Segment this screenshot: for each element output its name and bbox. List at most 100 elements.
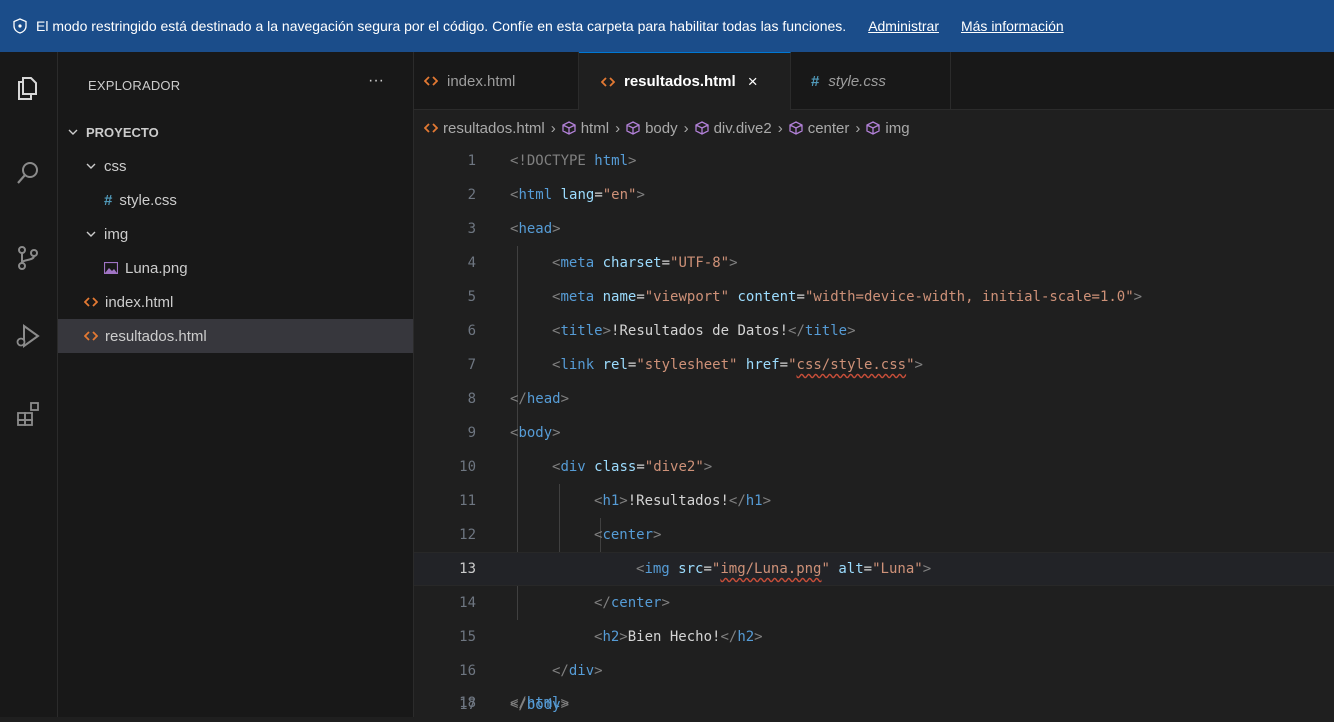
code-line[interactable]: 7 <link rel="stylesheet" href="css/style… [414, 348, 1334, 382]
file-label: style.css [119, 191, 177, 209]
code-line[interactable]: 8 </head> [414, 382, 1334, 416]
manage-link[interactable]: Administrar [868, 18, 939, 34]
code-line[interactable]: 11 <h1>!Resultados!</h1> [414, 484, 1334, 518]
chevron-right-icon: › [615, 119, 621, 137]
search-icon[interactable] [12, 157, 44, 189]
tab-label: resultados.html [624, 73, 736, 90]
tab-label: index.html [447, 72, 516, 90]
code-line[interactable]: 9 <body> [414, 416, 1334, 450]
line-number: 6 [467, 323, 476, 339]
element-icon [866, 121, 881, 135]
code-line[interactable]: 3 <head> [414, 212, 1334, 246]
explorer-icon[interactable] [12, 72, 44, 104]
tab-index-html[interactable]: index.html [414, 52, 579, 110]
image-file-icon [104, 262, 118, 274]
more-info-link[interactable]: Más información [961, 18, 1064, 34]
file-luna-png[interactable]: Luna.png [58, 251, 413, 285]
folder-css[interactable]: css [58, 149, 413, 183]
line-number: 13 [459, 561, 476, 577]
line-number: 14 [459, 595, 476, 611]
element-icon [562, 121, 576, 135]
source-control-icon[interactable] [12, 242, 44, 274]
code-line[interactable]: 10 <div class="dive2"> [414, 450, 1334, 484]
html-file-icon [84, 330, 98, 342]
code-line[interactable]: 1 <!DOCTYPE html> [414, 144, 1334, 178]
folder-label: css [104, 157, 127, 175]
code-line[interactable]: 15 <h2>Bien Hecho!</h2> [414, 620, 1334, 654]
code-line[interactable]: 5 <meta name="viewport" content="width=d… [414, 280, 1334, 314]
code-line[interactable]: 6 <title>!Resultados de Datos!</title> [414, 314, 1334, 348]
activity-bar [0, 52, 58, 717]
line-number: 5 [467, 289, 476, 305]
line-number: 10 [459, 459, 476, 475]
breadcrumb: resultados.html › html › body › div.dive… [414, 112, 910, 144]
folder-label: img [104, 225, 129, 243]
code-line[interactable]: 2 <html lang="en"> [414, 178, 1334, 212]
file-label: index.html [105, 293, 174, 311]
shield-icon [13, 18, 27, 34]
css-file-icon: # [811, 72, 820, 90]
code-line[interactable]: 16 </div> [414, 654, 1334, 688]
line-number: 15 [459, 629, 476, 645]
css-file-icon: # [104, 191, 113, 209]
restricted-mode-banner: El modo restringido está destinado a la … [0, 0, 1334, 52]
project-folder[interactable]: PROYECTO [58, 115, 413, 149]
chevron-right-icon: › [550, 119, 556, 137]
more-actions-button[interactable]: ··· [368, 72, 384, 90]
line-number: 16 [459, 663, 476, 679]
chevron-right-icon: › [777, 119, 783, 137]
file-label: Luna.png [125, 259, 188, 277]
breadcrumb-html[interactable]: html [562, 120, 609, 137]
html-file-icon [424, 75, 438, 87]
explorer-sidebar: EXPLORADOR ··· PROYECTO css # style.css … [58, 52, 414, 717]
html-file-icon [84, 296, 98, 308]
html-file-icon [424, 123, 438, 133]
tab-style-css[interactable]: # style.css [791, 52, 951, 110]
line-number: 12 [459, 527, 476, 543]
breadcrumb-label: div.dive2 [713, 119, 772, 137]
run-debug-icon[interactable] [12, 320, 44, 352]
chevron-down-icon [84, 160, 98, 172]
chevron-right-icon: › [855, 119, 861, 137]
breadcrumb-img[interactable]: img [866, 119, 910, 137]
file-resultados-html[interactable]: resultados.html [58, 319, 413, 353]
code-line[interactable]: 4 <meta charset="UTF-8"> [414, 246, 1334, 280]
breadcrumb-div[interactable]: div.dive2 [694, 119, 772, 137]
code-line[interactable]: 12 <center> [414, 518, 1334, 552]
explorer-title: EXPLORADOR [88, 78, 181, 93]
extensions-icon[interactable] [12, 398, 44, 430]
breadcrumb-label: body [645, 119, 678, 137]
editor-tab-bar: index.html resultados.html × # style.css [414, 52, 1334, 110]
breadcrumb-center[interactable]: center [789, 119, 850, 137]
line-number: 4 [467, 255, 476, 271]
file-style-css[interactable]: # style.css [58, 183, 413, 217]
close-icon[interactable]: × [748, 72, 758, 92]
chevron-down-icon [84, 228, 98, 240]
breadcrumb-label: img [885, 119, 910, 137]
breadcrumb-label: resultados.html [443, 119, 545, 137]
code-line-current[interactable]: 13 <img src="img/Luna.png" alt="Luna"> [414, 552, 1334, 586]
file-index-html[interactable]: index.html [58, 285, 413, 319]
banner-message: El modo restringido está destinado a la … [36, 18, 847, 34]
chevron-right-icon: › [683, 119, 689, 137]
breadcrumb-label: html [580, 119, 610, 137]
element-icon [694, 121, 709, 135]
html-file-icon [601, 76, 615, 88]
element-icon [626, 121, 640, 135]
code-line[interactable]: 18 </html> [414, 689, 1334, 717]
folder-img[interactable]: img [58, 217, 413, 251]
code-editor[interactable]: 1 <!DOCTYPE html> 2 <html lang="en"> 3 <… [414, 144, 1334, 717]
breadcrumb-file[interactable]: resultados.html [424, 120, 545, 137]
tab-resultados-html[interactable]: resultados.html × [579, 52, 791, 110]
project-label: PROYECTO [86, 124, 159, 140]
line-number: 9 [467, 425, 476, 441]
code-line[interactable]: 14 </center> [414, 586, 1334, 620]
line-number: 7 [467, 357, 476, 373]
chevron-down-icon [66, 126, 80, 138]
breadcrumb-label: center [807, 119, 850, 137]
line-number: 11 [459, 493, 476, 509]
file-label: resultados.html [105, 327, 207, 345]
element-icon [789, 121, 803, 135]
line-number: 1 [467, 153, 476, 169]
breadcrumb-body[interactable]: body [626, 120, 678, 137]
